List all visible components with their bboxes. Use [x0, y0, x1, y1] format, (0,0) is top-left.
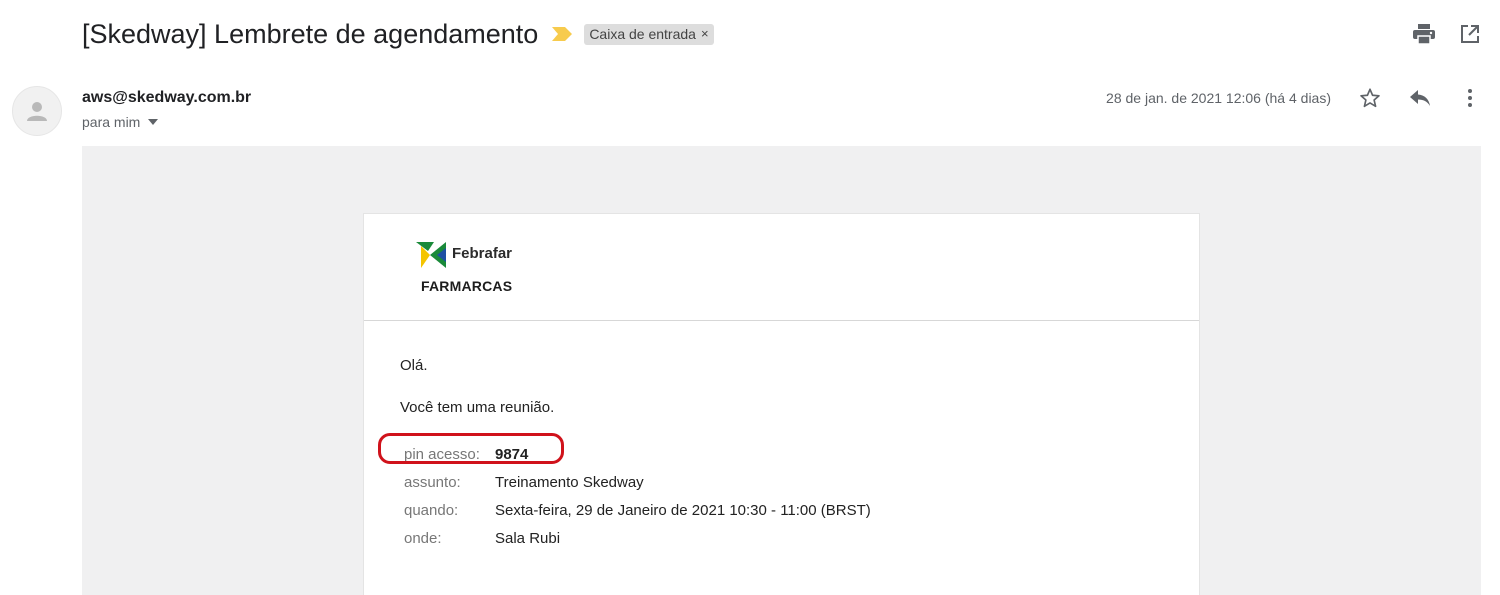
- label-chip-inbox[interactable]: Caixa de entrada ×: [584, 23, 714, 45]
- chevron-down-icon[interactable]: [148, 119, 159, 125]
- reply-icon[interactable]: [1408, 86, 1432, 110]
- sender-email[interactable]: aws@skedway.com.br: [82, 89, 251, 107]
- star-icon[interactable]: [1358, 86, 1382, 110]
- detail-value: Sala Rubi: [495, 529, 561, 547]
- pin-highlight-annotation: [378, 433, 564, 464]
- recipient-line: para mim: [82, 114, 159, 130]
- logo-text-febrafar: Febrafar: [452, 245, 513, 262]
- detail-row-when: quando: Sexta-feira, 29 de Janeiro de 20…: [404, 496, 871, 524]
- subject-row: [Skedway] Lembrete de agendamento Caixa …: [82, 14, 714, 54]
- detail-row-subject: assunto: Treinamento Skedway: [404, 468, 871, 496]
- more-vert-icon[interactable]: [1458, 86, 1482, 110]
- message-actions: [1358, 86, 1482, 110]
- email-card-header: Febrafar FARMARCAS: [364, 214, 1199, 321]
- detail-label: onde:: [404, 529, 442, 547]
- email-view: [Skedway] Lembrete de agendamento Caixa …: [0, 0, 1500, 595]
- detail-label: quando:: [404, 501, 459, 519]
- print-icon[interactable]: [1412, 22, 1436, 46]
- remove-label-icon[interactable]: ×: [701, 26, 709, 41]
- logo-text-farmarcas: FARMARCAS: [421, 278, 513, 294]
- intro-text: Você tem uma reunião.: [400, 399, 555, 416]
- avatar[interactable]: [12, 86, 62, 136]
- detail-label: assunto:: [404, 473, 461, 491]
- email-date: 28 de jan. de 2021 12:06 (há 4 dias): [1106, 90, 1331, 106]
- thread-actions: [1412, 22, 1482, 46]
- email-card: Febrafar FARMARCAS Olá. Você tem uma reu…: [363, 213, 1200, 595]
- open-in-new-icon[interactable]: [1458, 22, 1482, 46]
- label-chip-text: Caixa de entrada: [589, 25, 696, 42]
- detail-value: Treinamento Skedway: [495, 473, 644, 491]
- person-icon: [27, 102, 47, 121]
- recipient-text: para mim: [82, 114, 141, 130]
- febrafar-logo-icon: [416, 242, 446, 268]
- detail-row-where: onde: Sala Rubi: [404, 524, 871, 552]
- importance-marker-icon[interactable]: [552, 27, 573, 41]
- greeting-text: Olá.: [400, 357, 428, 374]
- email-subject: [Skedway] Lembrete de agendamento: [82, 18, 539, 49]
- detail-value: Sexta-feira, 29 de Janeiro de 2021 10:30…: [495, 501, 871, 519]
